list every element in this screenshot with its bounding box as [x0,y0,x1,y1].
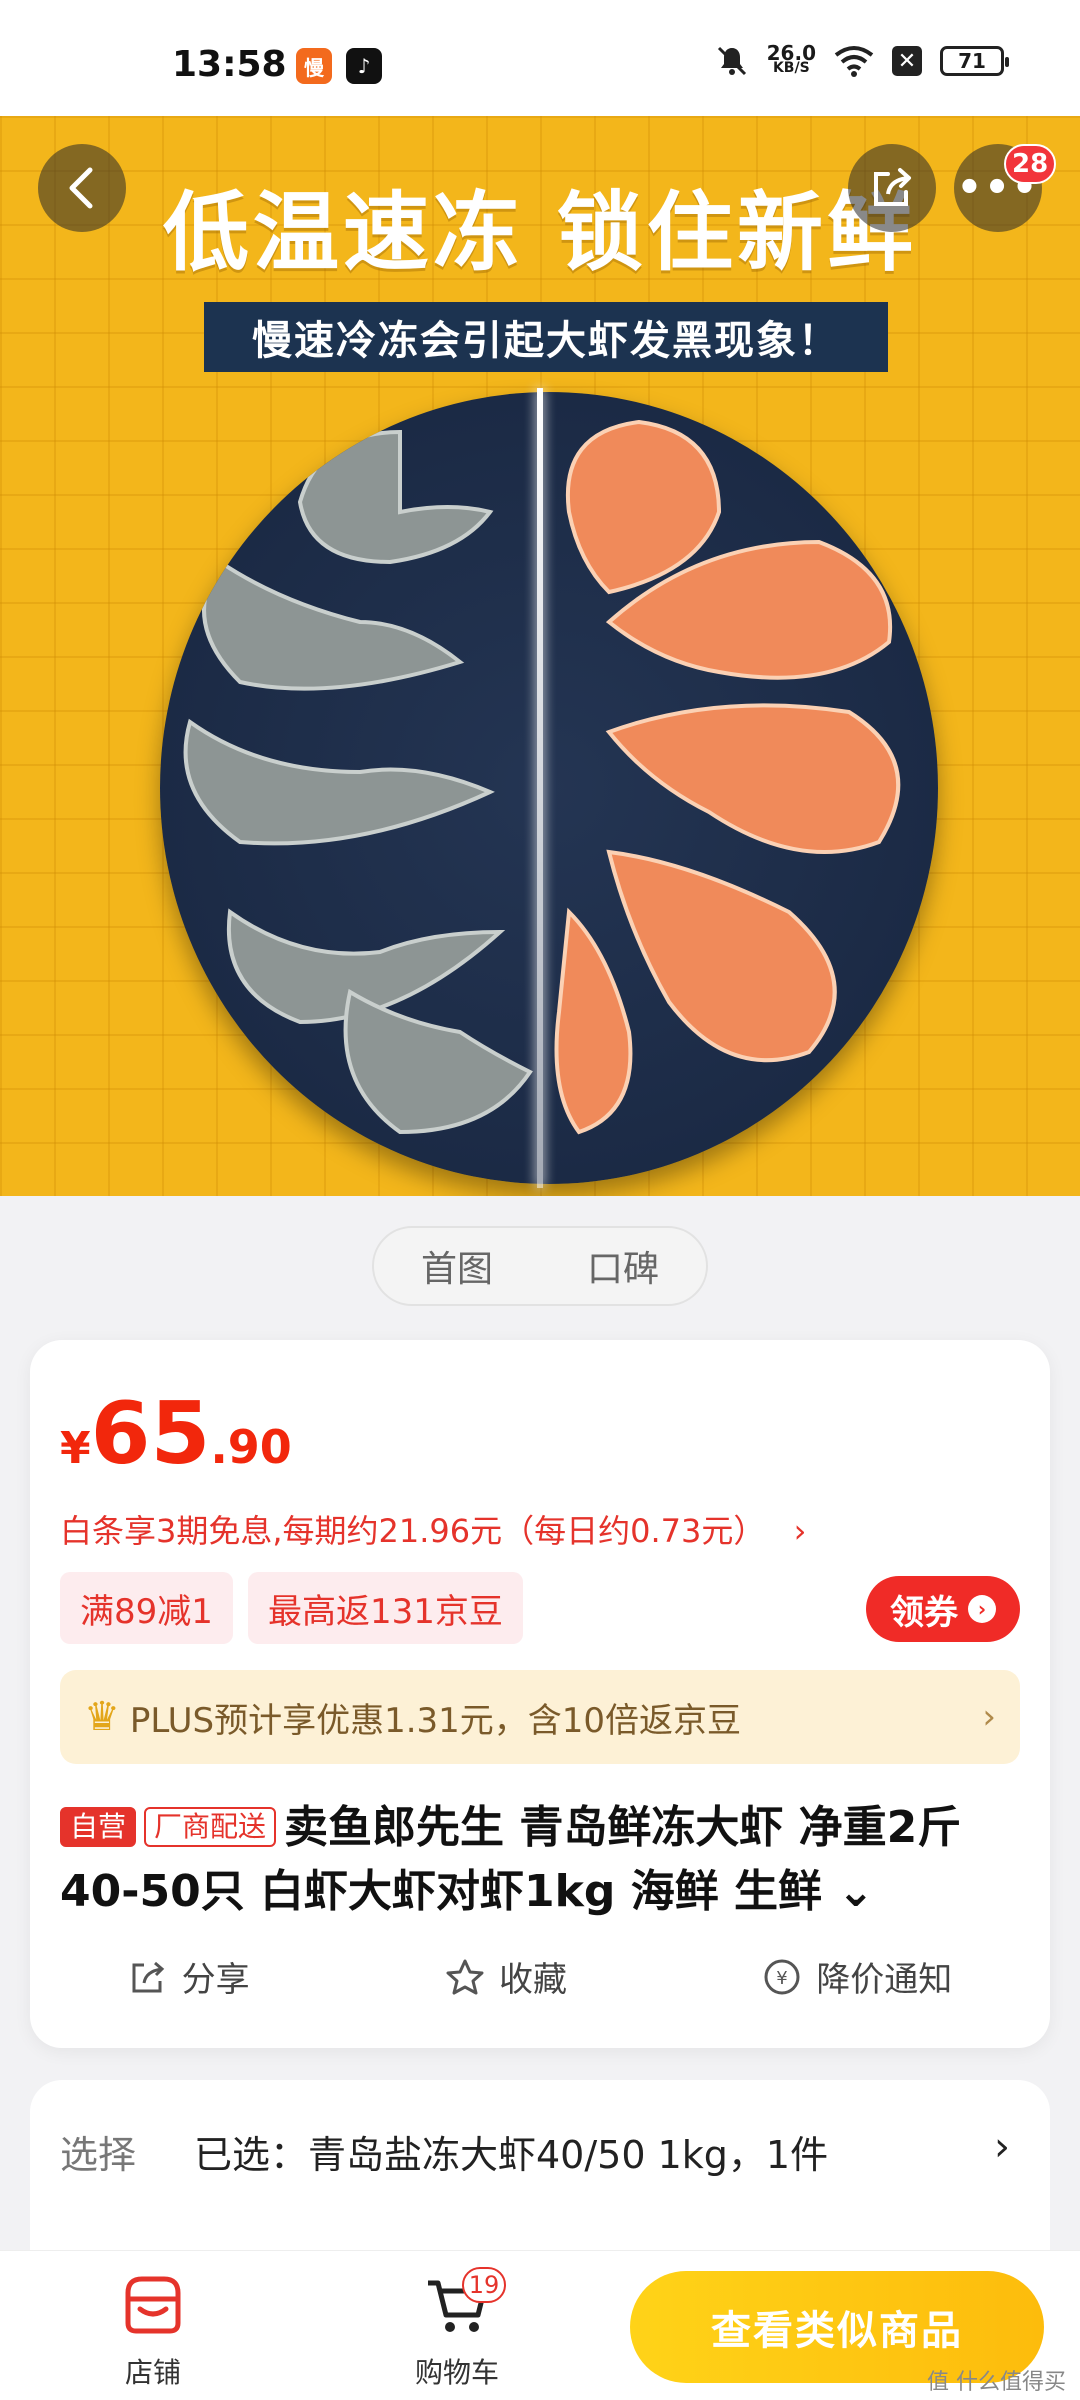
price-decimal: .90 [210,1420,292,1474]
price-integer: 65 [90,1384,211,1484]
coupon-discount[interactable]: 满89减1 [60,1572,233,1644]
plus-member-bar[interactable]: ♛ PLUS预计享优惠1.31元，含10倍返京豆 › [60,1670,1020,1764]
svg-text:¥: ¥ [777,1968,788,1989]
network-speed: 26.0 KB/S [766,41,816,76]
shrimp-plate-image [160,392,938,1184]
sim-off-icon: ✕ [892,46,922,76]
tab-reviews[interactable]: 口碑 [587,1240,659,1292]
crown-icon: ♛ [84,1694,120,1740]
store-label: 店铺 [124,2356,181,2389]
coupon-jingdou[interactable]: 最高返131京豆 [248,1572,523,1644]
price-alert-action-button[interactable]: ¥ 降价通知 [762,1952,952,2001]
get-coupon-label: 领券 [890,1592,958,1633]
price-alert-label: 降价通知 [816,1960,953,2000]
chevron-right-icon: › [968,1595,996,1623]
jd-app-icon: 慢 [296,48,332,84]
selection-chevron-icon: › [994,2124,1010,2170]
share-icon [132,1961,164,1992]
star-icon [446,1959,484,1994]
hero-subtitle: 慢速冷冻会引起大虾发黑现象！ [204,302,888,372]
selection-value: 已选：青岛盐冻大虾40/50 1kg，1件 [194,2133,829,2177]
status-time: 13:58 [172,44,287,85]
installment-info[interactable]: 白条享3期免息,每期约21.96元（每日约0.73元） › [60,1506,806,1552]
price-currency: ¥ [60,1423,91,1474]
cart-button[interactable]: 19 购物车 [382,2265,532,2391]
product-info-card: ¥65.90 白条享3期免息,每期约21.96元（每日约0.73元） › 满89… [30,1340,1050,2048]
watermark: 值 什么值得买 [927,2370,1066,2395]
store-icon [125,2276,181,2334]
share-button[interactable] [848,144,936,232]
store-button[interactable]: 店铺 [78,2265,228,2391]
image-tab-switcher: 首图 口碑 [372,1226,708,1306]
selection-label: 选择 [60,2133,137,2177]
favorite-action-button[interactable]: 收藏 [445,1952,567,2001]
cart-label: 购物车 [414,2356,499,2389]
installment-text: 白条享3期免息,每期约21.96元（每日约0.73元） [60,1512,766,1550]
compare-divider [537,388,543,1188]
cart-count-badge: 19 [462,2267,506,2303]
installment-chevron-icon: › [793,1512,807,1550]
chevron-left-icon [69,167,93,209]
plus-text: PLUS预计享优惠1.31元，含10倍返京豆 [129,1700,742,1741]
tiktok-icon: ♪ [346,48,382,84]
back-button[interactable] [38,144,126,232]
price: ¥65.90 [60,1384,292,1484]
tab-main-image[interactable]: 首图 [421,1240,493,1292]
factory-delivery-tag: 厂商配送 [144,1807,277,1847]
price-drop-icon: ¥ [764,1959,800,1994]
share-action-button[interactable]: 分享 [128,1952,250,2001]
get-coupon-button[interactable]: 领券 › [866,1576,1020,1642]
product-title: 自营 厂商配送 卖鱼郎先生 青岛鲜冻大虾 净重2斤 40-50只 白虾大虾对虾1kg… [60,1796,1040,1924]
share-label: 分享 [181,1960,250,2000]
plus-chevron-icon: › [982,1697,996,1737]
raw-shrimp-image [183,429,533,1135]
wifi-icon [834,46,874,77]
self-operated-tag: 自营 [60,1807,137,1847]
message-badge: 28 [1004,144,1057,184]
product-hero-image[interactable]: 低温速冻 锁住新鲜 慢速冷冻会引起大虾发黑现象！ 4 11 [0,116,1080,1196]
battery-indicator: 71 [940,46,1009,76]
bottom-action-bar: 店铺 19 购物车 查看类似商品 值 什么值得买 [0,2250,1080,2400]
status-bar: 13:58 慢 ♪ 26.0 KB/S ✕ 71 [0,0,1080,116]
share-icon [874,168,911,206]
product-actions: 分享 收藏 ¥ 降价通知 [30,1952,1050,2001]
status-indicators: 26.0 KB/S ✕ 71 [715,41,1009,78]
mute-bell-icon [717,46,746,76]
cooked-shrimp-image [554,419,901,1135]
favorite-label: 收藏 [498,1960,567,2000]
